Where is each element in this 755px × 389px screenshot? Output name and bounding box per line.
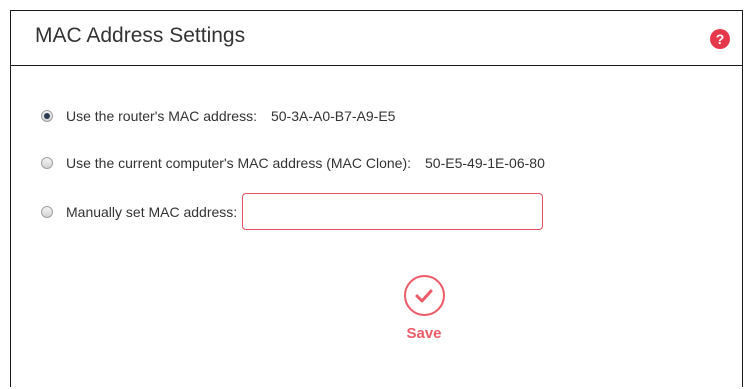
checkmark-icon: [415, 289, 433, 302]
page-title: MAC Address Settings: [35, 24, 246, 47]
option-router-mac: Use the router's MAC address: 50-3A-A0-B…: [41, 108, 395, 124]
manual-mac-input[interactable]: [242, 193, 544, 230]
mac-address-settings-panel: MAC Address Settings ? Use the router's …: [10, 10, 743, 387]
router-mac-value: 50-3A-A0-B7-A9-E5: [270, 108, 396, 124]
router-mac-label: Use the router's MAC address:: [66, 108, 257, 124]
manual-mac-label: Manually set MAC address:: [66, 203, 238, 220]
computer-mac-value: 50-E5-49-1E-06-80: [425, 155, 545, 171]
panel-header: MAC Address Settings ?: [11, 11, 742, 66]
save-circle[interactable]: [403, 275, 445, 316]
save-label: Save: [406, 325, 442, 342]
mac-clone-radio[interactable]: [41, 157, 53, 169]
help-icon[interactable]: ?: [710, 29, 730, 49]
option-mac-clone: Use the current computer's MAC address (…: [41, 155, 545, 171]
router-mac-radio[interactable]: [41, 110, 53, 122]
option-manual-mac: Manually set MAC address:: [41, 193, 544, 230]
save-button[interactable]: Save: [394, 275, 454, 342]
mac-clone-label: Use the current computer's MAC address (…: [66, 155, 412, 171]
manual-mac-radio[interactable]: [41, 205, 53, 218]
